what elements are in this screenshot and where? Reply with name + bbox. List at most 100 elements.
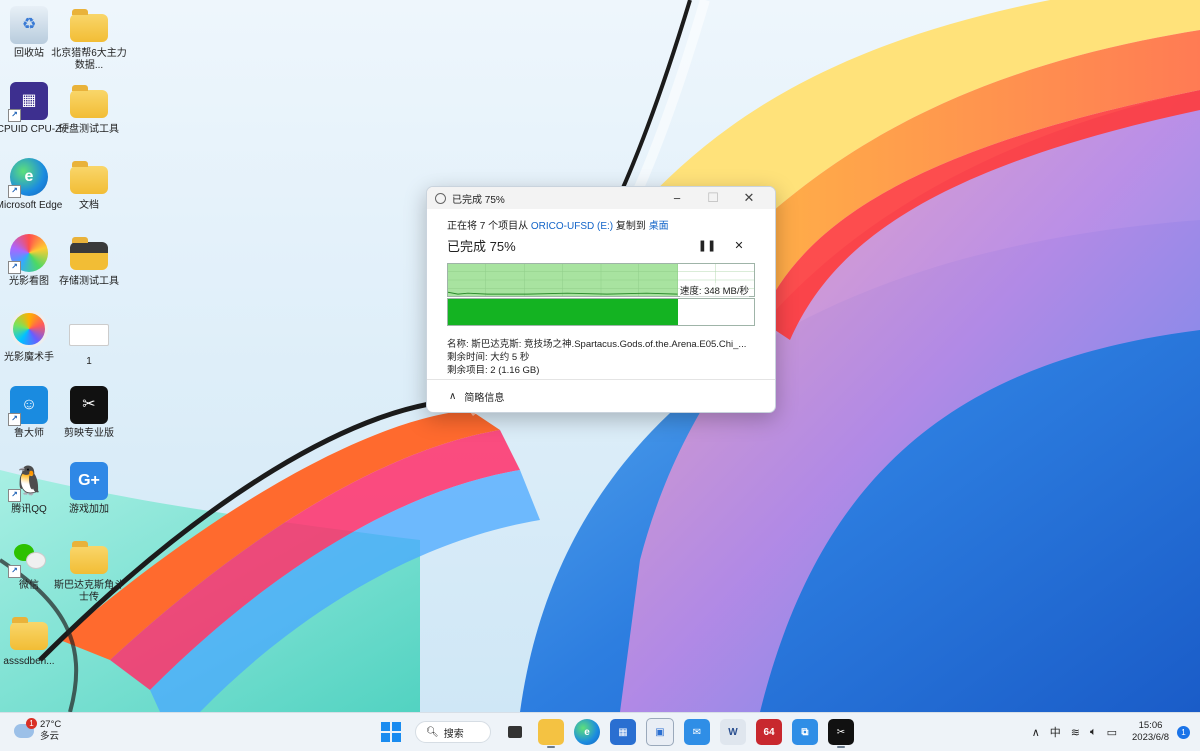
desktop-icon-capcut[interactable]: ✂ 剪映专业版	[51, 386, 127, 440]
capcut-icon: ✂	[836, 726, 846, 738]
desktop-icon-label: 斯巴达克斯角斗士传	[54, 580, 124, 603]
desktop-icon-label: 存储测试工具	[59, 276, 119, 287]
task-view-icon	[508, 726, 522, 738]
transfer-graph: 速度: 348 MB/秒	[447, 263, 755, 327]
clock-icon	[435, 192, 446, 204]
minimize-button[interactable]: −	[659, 191, 695, 206]
mail-icon: ✉	[692, 726, 702, 738]
less-details-toggle[interactable]: ∧ 简略信息	[427, 379, 775, 412]
items-remaining-line: 剩余项目: 2 (1.16 GB)	[447, 365, 540, 376]
search-icon: 🔍︎	[426, 726, 439, 738]
copy-description: 正在将 7 个项目从 ORICO-UFSD (E:) 复制到 桌面	[447, 217, 755, 232]
maximize-button: ☐	[707, 190, 719, 205]
folder-icon	[70, 161, 108, 194]
close-window-button[interactable]: ✕	[731, 190, 767, 206]
desktop-icon-folder-tools[interactable]: 存储测试工具	[51, 234, 127, 288]
store-icon: ▦	[618, 726, 628, 738]
aida64-icon: 64	[763, 726, 775, 738]
progress-bar-fill	[448, 299, 678, 325]
recycle-bin-icon: ♻	[10, 6, 48, 44]
file-copy-dialog: 已完成 75% − ☐ ✕ 正在将 7 个项目从 ORICO-UFSD (E:)…	[426, 186, 776, 413]
qq-penguin-icon: 🐧 ↗	[8, 462, 48, 502]
desktop-icon-game-plus[interactable]: G+ 游戏加加	[51, 462, 127, 516]
copy-mid: 复制到	[615, 221, 646, 232]
shortcut-arrow-icon: ↗	[8, 489, 21, 502]
taskbar-remote-app[interactable]: ▣	[646, 718, 674, 746]
desktop-icon-label: 游戏加加	[69, 504, 109, 515]
weather-badge: 1	[26, 718, 37, 729]
desktop-icon-label: 1	[86, 356, 92, 367]
close-icon: ✕	[734, 240, 744, 252]
chevron-up-icon[interactable]: ∧	[1032, 726, 1040, 739]
weather-widget[interactable]: 1 27°C 多云	[14, 718, 62, 743]
desktop-icon-folder-2[interactable]: 硬盘测试工具	[51, 82, 127, 136]
task-view-button[interactable]	[502, 719, 528, 745]
search-label: 搜索	[443, 728, 464, 740]
progress-bar	[447, 298, 755, 326]
ludashi-icon: ☺ ↗	[8, 386, 48, 426]
desktop-icon-file-1[interactable]: 1	[51, 310, 127, 368]
weather-temperature: 27°C	[40, 719, 62, 730]
volume-icon[interactable]: 🔈︎	[1090, 726, 1097, 739]
folder-icon	[70, 237, 108, 270]
desktop-icon-folder-spartacus[interactable]: 斯巴达克斯角斗士传	[51, 538, 127, 604]
clock-time: 15:06	[1138, 720, 1163, 731]
percent-complete: 已完成 75%	[447, 239, 516, 254]
taskbar-mail[interactable]: ✉	[684, 719, 710, 745]
folder-icon	[70, 9, 108, 42]
taskbar-aida64[interactable]: 64	[756, 719, 782, 745]
notification-badge[interactable]: 1	[1177, 725, 1190, 739]
shortcut-arrow-icon: ↗	[8, 413, 21, 426]
desktop-icon-label: 剪映专业版	[64, 428, 114, 439]
battery-icon[interactable]: ▭	[1107, 726, 1117, 739]
taskbar: 1 27°C 多云 🔍︎ 搜索 e ▦ ▣ ✉ W 64 ⧉ ✂ ∧ 中 ≋ 🔈…	[0, 712, 1200, 751]
cpuz-icon: ▦ ↗	[8, 82, 48, 122]
edge-icon: e ↗	[8, 158, 48, 198]
document-icon: W	[728, 726, 738, 738]
document-icon	[69, 324, 109, 346]
desktop-icon-label: asssdben...	[3, 656, 55, 667]
desktop-icon-folder-asssd[interactable]: asssdben...	[0, 614, 67, 668]
capcut-icon: ✂	[70, 386, 108, 424]
wechat-icon: ↗	[8, 538, 48, 578]
shortcut-arrow-icon: ↗	[8, 185, 21, 198]
taskbar-edge[interactable]: e	[574, 719, 600, 745]
folder-icon	[10, 617, 48, 650]
edge-icon: e	[584, 726, 590, 738]
dialog-titlebar[interactable]: 已完成 75% − ☐ ✕	[427, 187, 775, 209]
less-details-label: 简略信息	[464, 392, 505, 404]
taskbar-connect[interactable]: ⧉	[792, 719, 818, 745]
transfer-details: 名称: 斯巴达克斯: 竞技场之神.Spartacus.Gods.of.the.A…	[447, 338, 755, 377]
cloud-icon: 1	[14, 718, 37, 738]
desktop-icon-folder-1[interactable]: 北京猎帮6大主力数据...	[51, 6, 127, 72]
color-wheel-icon: ↗	[8, 234, 48, 274]
folder-icon	[70, 85, 108, 118]
pause-button[interactable]: ❚❚	[691, 239, 723, 252]
shortcut-arrow-icon: ↗	[8, 109, 21, 122]
taskbar-capcut[interactable]: ✂	[828, 719, 854, 748]
taskbar-doc-app[interactable]: W	[720, 719, 746, 745]
taskbar-store[interactable]: ▦	[610, 719, 636, 745]
cancel-button[interactable]: ✕	[723, 239, 755, 252]
wifi-icon[interactable]: ≋	[1071, 726, 1080, 739]
chevron-up-icon: ∧	[449, 390, 457, 402]
source-link[interactable]: ORICO-UFSD (E:)	[531, 221, 613, 232]
file-name-line: 名称: 斯巴达克斯: 竞技场之神.Spartacus.Gods.of.the.A…	[447, 339, 747, 350]
start-button[interactable]	[378, 719, 404, 745]
screen-share-icon: ⧉	[801, 726, 809, 738]
desktop-icon-label: 北京猎帮6大主力数据...	[51, 48, 127, 71]
taskbar-file-explorer[interactable]	[538, 719, 564, 748]
clock-date: 2023/6/8	[1132, 732, 1169, 743]
speed-label: 速度: 348 MB/秒	[679, 283, 749, 297]
speed-graph: 速度: 348 MB/秒	[447, 263, 755, 297]
ime-indicator[interactable]: 中	[1050, 724, 1061, 740]
destination-link[interactable]: 桌面	[649, 221, 669, 232]
desktop-icon-folder-docs[interactable]: 文档	[51, 158, 127, 212]
game-plus-icon: G+	[70, 462, 108, 500]
remote-desktop-icon: ▣	[655, 726, 665, 738]
clock[interactable]: 15:06 2023/6/8	[1132, 720, 1169, 744]
windows-logo-icon	[381, 722, 401, 742]
dialog-title: 已完成 75%	[452, 194, 505, 206]
aperture-icon	[10, 310, 48, 348]
taskbar-search[interactable]: 🔍︎ 搜索	[415, 721, 491, 743]
